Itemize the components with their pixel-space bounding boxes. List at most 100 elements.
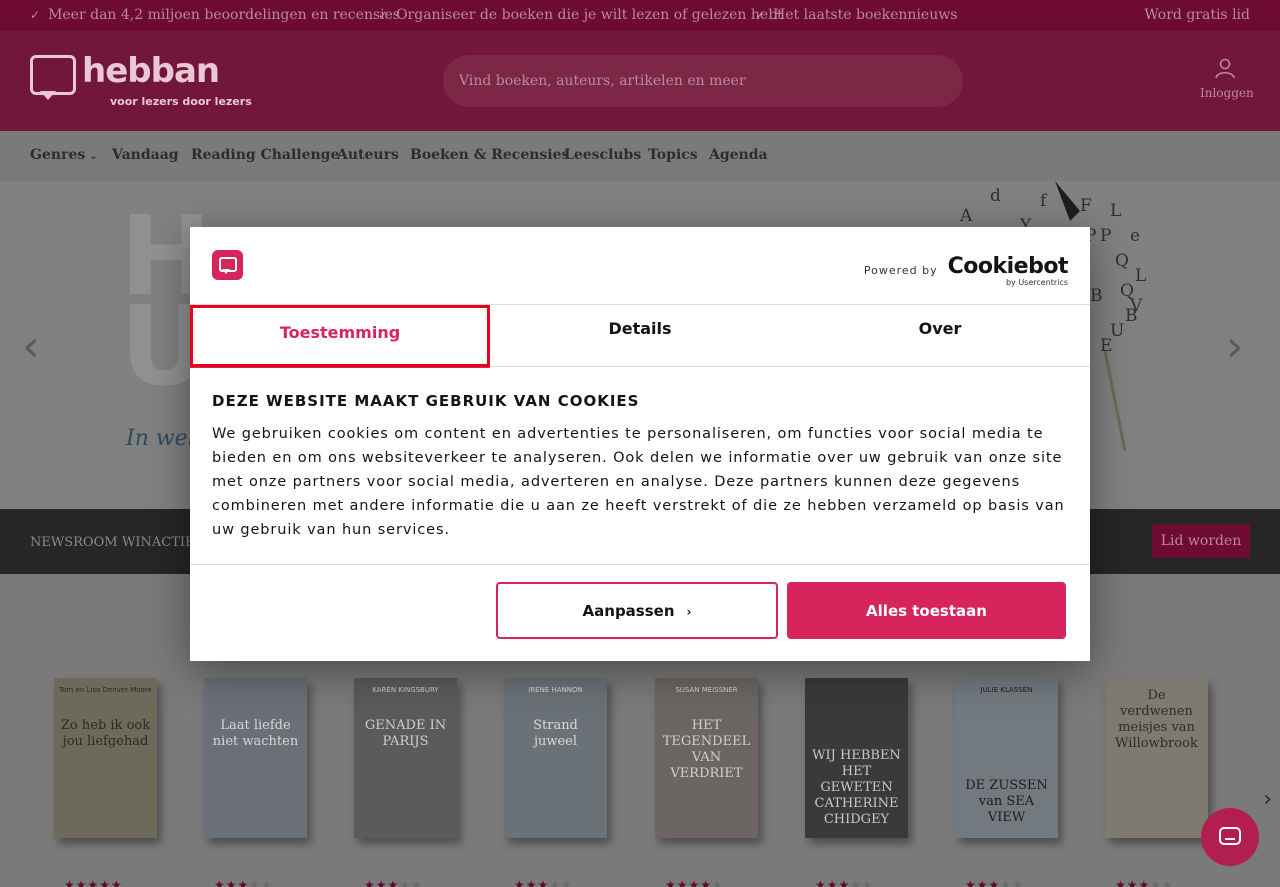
book-author: Tom en Lisa Denver Moore [59,686,152,694]
login-button[interactable]: Inloggen [1200,56,1254,100]
cookie-consent-dialog: Powered by Cookiebot by Usercentrics Toe… [190,227,1090,661]
hebban-logo[interactable]: hebban voor lezers door lezers [30,51,252,111]
chevron-right-icon: › [686,604,692,619]
book-title: WIJ HEBBEN HET GEWETEN CATHERINE CHIDGEY [812,748,901,827]
user-icon [1215,58,1235,79]
book-author: SUSAN MEISSNER [675,686,738,694]
dialog-body: DEZE WEBSITE MAAKT GEBRUIK VAN COOKIES W… [212,392,1072,542]
join-free-link[interactable]: Word gratis lid [1144,7,1250,23]
svg-text:A: A [959,206,973,226]
tab-details[interactable]: Details [490,305,790,367]
dialog-tabs: Toestemming Details Over [190,305,1090,368]
nav-item-vandaag[interactable]: Vandaag [112,147,179,163]
book-title: De verdwenen meisjes van Willowbrook [1115,688,1198,751]
book-author: KAREN KINGSBURY [372,686,439,694]
svg-text:L: L [1135,266,1146,286]
allow-all-button[interactable]: Alles toestaan [787,582,1066,639]
search-bar [443,55,963,107]
book-cover[interactable]: Laat liefde niet wachten [204,678,307,838]
tab-label: Details [608,319,672,338]
book-cover[interactable]: SUSAN MEISSNER HET TEGENDEEL VAN VERDRIE… [655,678,758,838]
book-cover[interactable]: IRENE HANNON Strand juweel [504,678,607,838]
check-icon: ✓ [30,8,41,22]
cookiebot-wordmark: Cookiebot [947,253,1069,279]
book-cover[interactable]: De verdwenen meisjes van Willowbrook [1105,678,1208,838]
hero-next-arrow-icon[interactable]: › [1226,321,1244,372]
rating-stars: ★★★★★ [1115,878,1174,887]
book-title: Laat liefde niet wachten [212,718,299,749]
book-title: HET TEGENDEEL VAN VERDRIET [662,718,751,781]
dialog-header: Powered by Cookiebot by Usercentrics [190,227,1090,305]
chevron-down-icon: ⌄ [89,151,98,162]
logo-wordmark: hebban [82,51,220,91]
usp-text: Meer dan 4,2 miljoen beoordelingen en re… [48,7,401,23]
cookiebot-sub: by Usercentrics [1005,277,1068,287]
dialog-heading: DEZE WEBSITE MAAKT GEBRUIK VAN COOKIES [212,392,640,410]
rating-stars: ★★★★★ [514,878,573,887]
nav-label: Genres [30,147,86,163]
rating-stars: ★★★★★ [64,878,123,887]
book-cover[interactable]: WIJ HEBBEN HET GEWETEN CATHERINE CHIDGEY [805,678,908,838]
check-icon: ✓ [378,8,389,22]
svg-text:Q: Q [1115,251,1129,271]
book-title: GENADE IN PARIJS [364,718,447,749]
svg-text:f: f [1040,191,1048,211]
book-title: DE ZUSSEN van SEA VIEW [965,778,1048,825]
dialog-description: We gebruiken cookies om content en adver… [212,426,1065,538]
rating-stars: ★★★★★ [965,878,1024,887]
usp-text: Organiseer de boeken die je wilt lezen o… [396,7,783,23]
usp-item: ✓ Het laatste boekennieuws [755,7,957,23]
tab-toestemming[interactable]: Toestemming [190,305,490,368]
rating-stars: ★★★★★ [214,878,273,887]
usp-text: Het laatste boekennieuws [773,7,958,23]
powered-by-cookiebot[interactable]: Powered by Cookiebot by Usercentrics [863,251,1069,287]
login-label: Inloggen [1200,86,1254,100]
svg-text:B: B [1090,286,1103,306]
usp-item: ✓ Meer dan 4,2 miljoen beoordelingen en … [30,7,400,23]
focus-outline [190,305,490,367]
logo-tagline: voor lezers door lezers [110,95,252,108]
customize-label: Aanpassen [582,601,675,620]
become-member-button[interactable]: Lid worden [1152,524,1250,558]
tab-label: Over [918,319,962,338]
chat-icon [1219,827,1241,845]
carousel-next-icon[interactable]: › [1263,787,1272,812]
tab-over[interactable]: Over [790,305,1090,367]
chat-button[interactable] [1201,808,1259,866]
svg-text:L: L [1110,201,1121,221]
svg-text:V: V [1129,296,1143,316]
book-title: Zo heb ik ook jou liefgehad [60,718,151,749]
svg-text:d: d [990,186,1001,206]
book-author: IRENE HANNON [528,686,583,694]
cookiebot-logo: Cookiebot by Usercentrics [947,253,1069,287]
book-cover[interactable]: KAREN KINGSBURY GENADE IN PARIJS [354,678,457,838]
svg-text:F: F [1080,196,1092,216]
hebban-logo-icon [212,250,243,280]
nav-item-reading-challenge[interactable]: Reading Challenge [191,147,339,163]
dialog-footer: Aanpassen › Alles toestaan [190,564,1090,661]
powered-by-label: Powered by [863,263,938,277]
book-cover[interactable]: Tom en Lisa Denver Moore Zo heb ik ook j… [54,678,157,838]
site-header: hebban voor lezers door lezers Inloggen [0,31,1280,131]
rating-stars: ★★★★★ [364,878,423,887]
rating-stars: ★★★★★ [665,878,724,887]
usp-item: ✓ Organiseer de boeken die je wilt lezen… [378,7,783,23]
svg-text:e: e [1130,226,1140,246]
check-icon: ✓ [755,8,766,22]
main-nav: Genres ⌄ Vandaag Reading Challenge Auteur… [0,131,1280,181]
nav-item-topics[interactable]: Topics [648,147,698,163]
nav-item-leesclubs[interactable]: Leesclubs [564,147,641,163]
book-author: JULIE KLASSEN [980,686,1033,694]
search-input[interactable] [459,69,939,93]
nav-item-agenda[interactable]: Agenda [709,147,768,163]
logo-bubble-tail [40,91,56,100]
nav-item-auteurs[interactable]: Auteurs [337,147,399,163]
rating-stars: ★★★★★ [815,878,874,887]
book-cover[interactable]: JULIE KLASSEN DE ZUSSEN van SEA VIEW [955,678,1058,838]
nav-item-boeken-recensies[interactable]: Boeken & Recensies [410,147,569,163]
book-title: Strand juweel [533,718,578,749]
nav-item-genres[interactable]: Genres ⌄ [30,147,98,163]
customize-button[interactable]: Aanpassen › [496,582,778,639]
hero-prev-arrow-icon[interactable]: ‹ [22,321,40,372]
subnav-item-newsroom[interactable]: NEWSROOM [30,535,118,550]
